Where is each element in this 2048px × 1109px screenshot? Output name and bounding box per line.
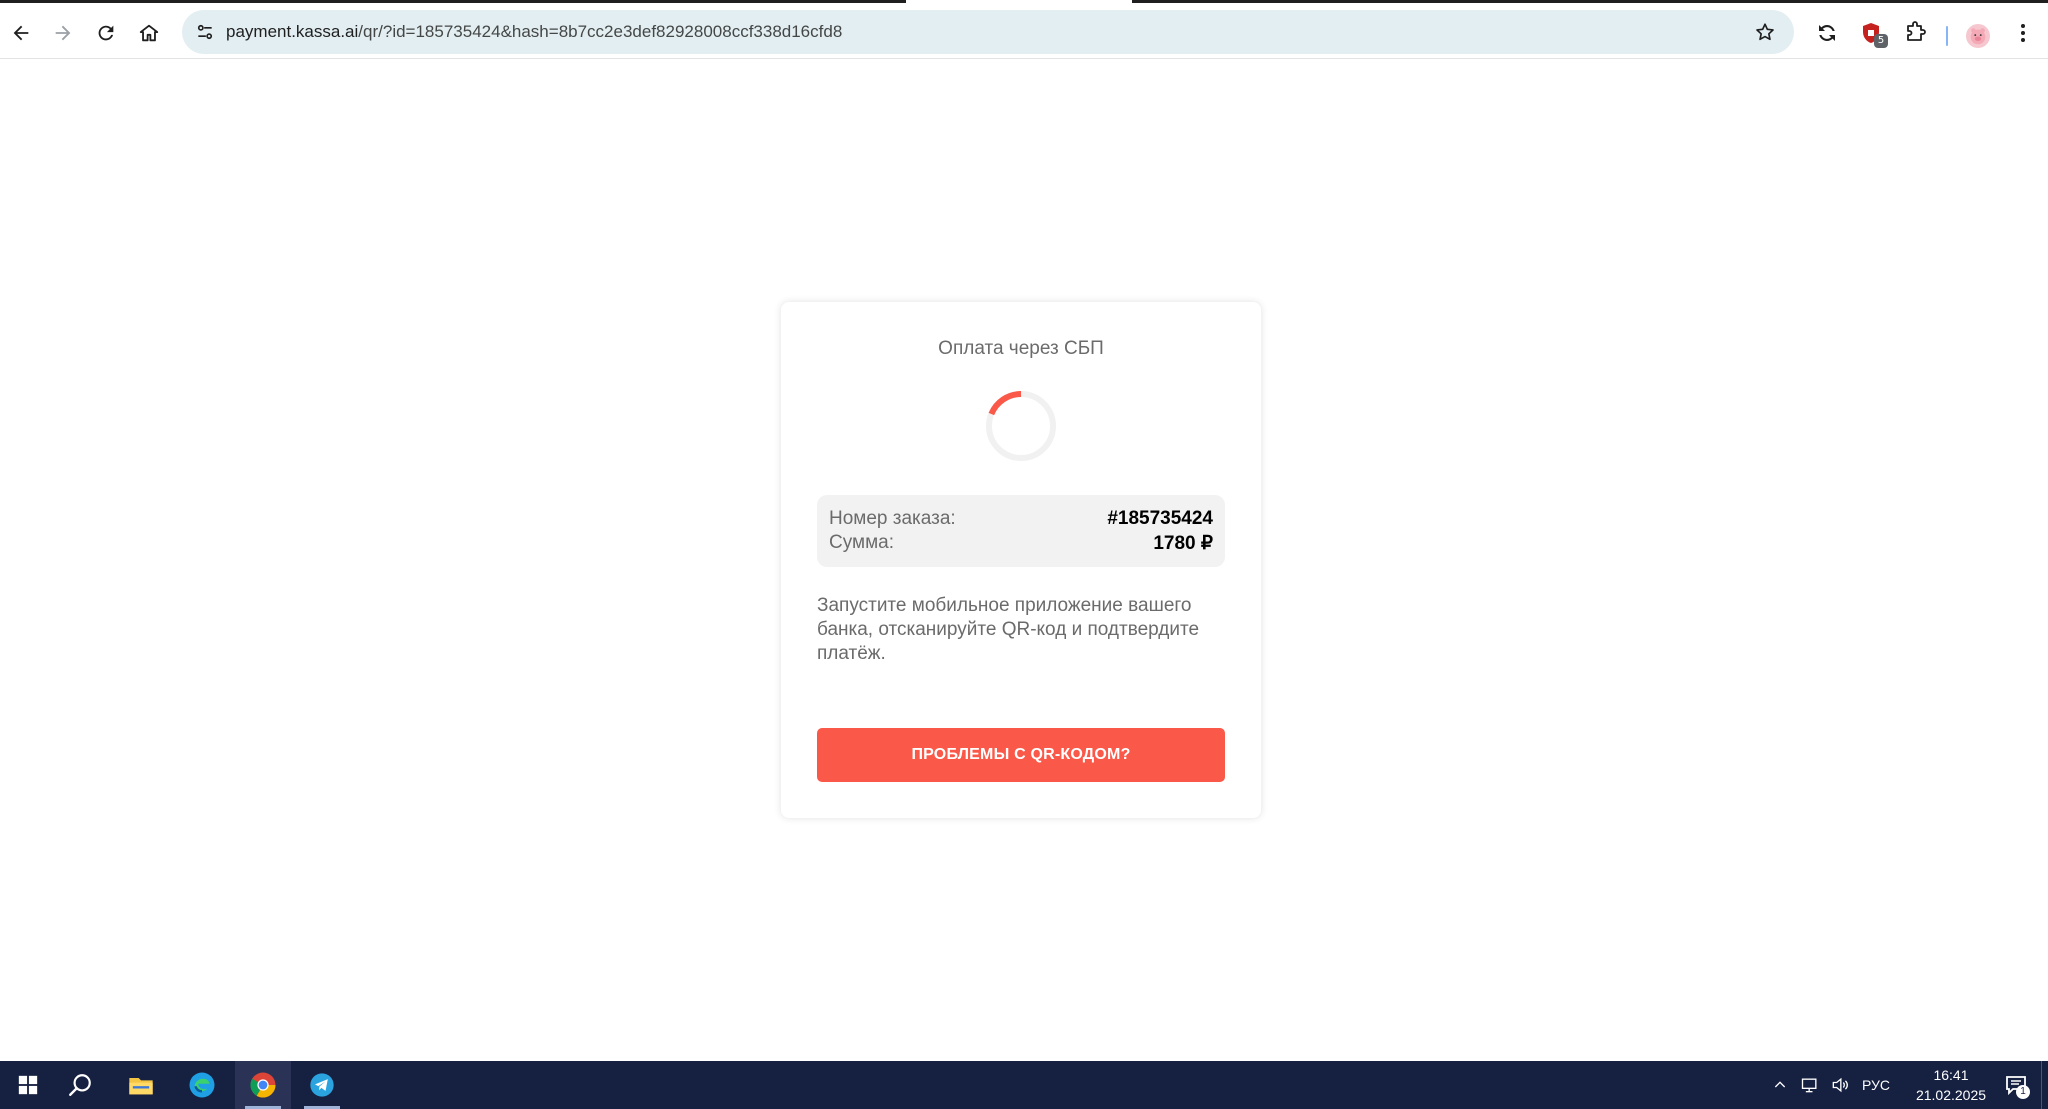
payment-card: Оплата через СБП Номер заказа: #18573542…: [781, 302, 1261, 818]
shield-extension-button[interactable]: 5: [1854, 16, 1888, 50]
url-host: payment.kassa.ai: [226, 22, 359, 41]
forward-arrow-icon: [55, 25, 71, 41]
sync-extension-button[interactable]: [1810, 16, 1844, 50]
show-desktop-button[interactable]: [2041, 1061, 2048, 1109]
taskbar-edge[interactable]: [174, 1061, 230, 1109]
loading-spinner: [986, 391, 1056, 461]
sync-icon: [1819, 25, 1835, 41]
home-button[interactable]: [132, 16, 166, 50]
tune-icon: [197, 24, 213, 40]
network-icon: [1801, 1078, 1817, 1093]
taskbar-chrome[interactable]: [235, 1061, 291, 1109]
chrome-icon: [250, 1072, 276, 1098]
extension-badge: 5: [1874, 34, 1888, 48]
order-sum-label: Сумма:: [829, 532, 894, 553]
qr-problem-button[interactable]: ПРОБЛЕМЫ С QR-КОДОМ?: [817, 728, 1225, 782]
reload-icon: [98, 25, 114, 41]
tab-strip-right: [1132, 0, 2048, 3]
payment-instructions: Запустите мобильное приложение вашего ба…: [817, 595, 1200, 664]
page-title: Оплата через СБП: [938, 338, 1104, 359]
start-button[interactable]: [0, 1061, 56, 1109]
search-icon: [69, 1074, 91, 1096]
puzzle-icon: [1907, 21, 1926, 41]
tray-volume[interactable]: [1826, 1061, 1854, 1109]
browser-menu-button[interactable]: [2006, 16, 2040, 50]
toolbar-divider: [1946, 26, 1948, 46]
star-icon: [1756, 23, 1774, 41]
url-path: /qr/?id=185735424&hash=8b7cc2e3def829280…: [358, 22, 843, 41]
tab-strip: [0, 0, 2048, 8]
order-sum-value: 1780 ₽: [1153, 533, 1213, 554]
order-number-value: #185735424: [1107, 508, 1213, 529]
file-explorer-icon: [129, 1078, 153, 1095]
bookmark-button[interactable]: [1752, 19, 1778, 45]
back-button[interactable]: [4, 16, 38, 50]
notification-center-button[interactable]: 1: [1996, 1061, 2036, 1109]
taskbar-search-button[interactable]: [52, 1061, 108, 1109]
more-vert-icon: [2021, 24, 2025, 42]
url-text[interactable]: payment.kassa.ai/qr/?id=185735424&hash=8…: [226, 10, 842, 54]
order-info-box: Номер заказа: #185735424 Сумма: 1780 ₽: [817, 495, 1225, 567]
start-icon: [18, 1075, 38, 1095]
browser-toolbar: payment.kassa.ai/qr/?id=185735424&hash=8…: [0, 8, 2048, 59]
home-icon: [139, 24, 159, 42]
pig-avatar-icon: [1970, 28, 1986, 45]
extensions-button[interactable]: [1898, 16, 1932, 50]
notification-count: 1: [2016, 1085, 2030, 1099]
chevron-up-icon: [1774, 1081, 1786, 1088]
profile-avatar[interactable]: [1966, 24, 1990, 48]
order-sum-row: Сумма: 1780 ₽: [829, 532, 1213, 556]
clock-time: 16:41: [1933, 1067, 1969, 1083]
tab-strip-left: [0, 0, 906, 3]
back-arrow-icon: [13, 25, 29, 41]
edge-icon: [189, 1072, 215, 1098]
taskbar-clock[interactable]: 16:41 21.02.2025: [1896, 1065, 2006, 1105]
tray-overflow-button[interactable]: [1768, 1061, 1792, 1109]
forward-button[interactable]: [46, 16, 80, 50]
order-number-label: Номер заказа:: [829, 508, 956, 529]
clock-date: 21.02.2025: [1915, 1087, 1987, 1103]
address-bar[interactable]: payment.kassa.ai/qr/?id=185735424&hash=8…: [182, 10, 1794, 54]
tray-language[interactable]: РУС: [1858, 1061, 1894, 1109]
volume-icon: [1832, 1077, 1848, 1093]
taskbar-file-explorer[interactable]: [113, 1061, 169, 1109]
tray-network[interactable]: [1796, 1061, 1824, 1109]
windows-taskbar: РУС 16:41 21.02.2025 1: [0, 1061, 2048, 1109]
taskbar-telegram[interactable]: [294, 1061, 350, 1109]
order-number-row: Номер заказа: #185735424: [829, 508, 1213, 532]
telegram-icon: [310, 1073, 334, 1097]
reload-button[interactable]: [89, 16, 123, 50]
site-info-button[interactable]: [188, 15, 222, 49]
